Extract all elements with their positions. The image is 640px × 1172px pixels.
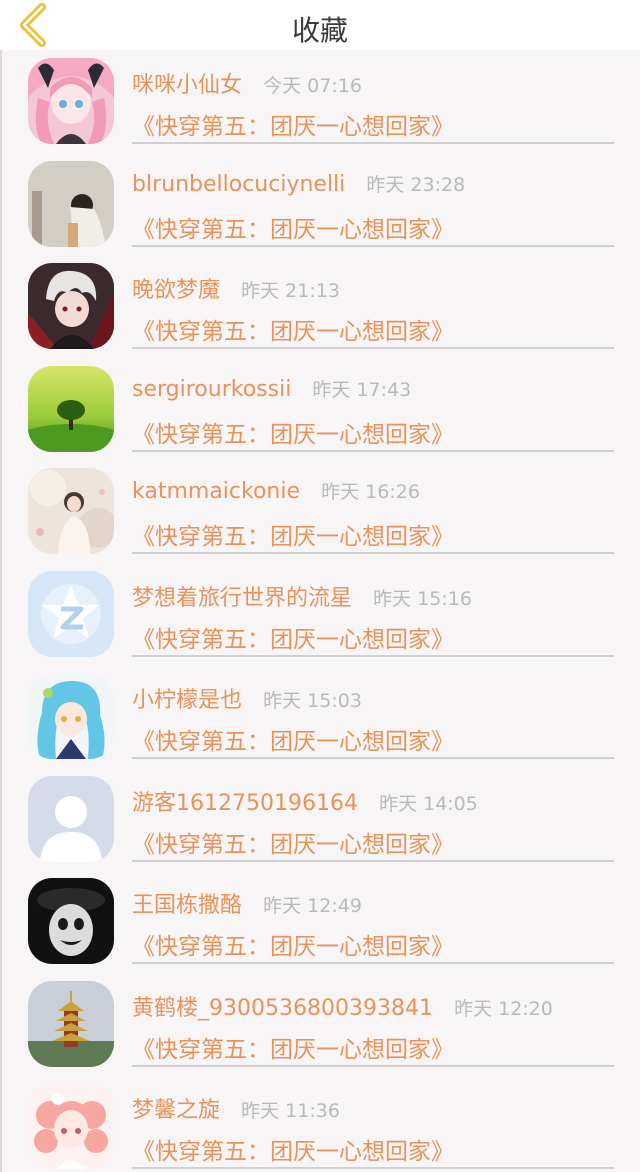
timestamp: 昨天 14:05 — [379, 792, 478, 815]
user-name[interactable]: sergirourkossii — [132, 377, 291, 402]
item-header: 梦馨之旋 昨天 11:36 — [132, 1092, 340, 1124]
favorites-screen: 收藏 咪咪小仙女 今天 07:16 《快穿第五：团厌一心想回家》 blrunbe… — [0, 0, 640, 1172]
user-name[interactable]: 王国栋撒酪 — [132, 893, 242, 918]
page-title: 收藏 — [291, 14, 348, 47]
timestamp: 昨天 11:36 — [241, 1100, 340, 1122]
divider — [132, 244, 614, 247]
tree-landscape-avatar — [28, 365, 114, 452]
timestamp: 昨天 17:43 — [312, 378, 412, 401]
divider — [132, 757, 614, 759]
avatar[interactable] — [28, 570, 114, 657]
divider — [132, 962, 614, 964]
user-name[interactable]: 黄鹤楼_9300536800393841 — [132, 996, 433, 1021]
item-header: 咪咪小仙女 今天 07:16 — [132, 67, 362, 99]
timestamp: 昨天 15:03 — [263, 690, 362, 712]
girl-white-dress-avatar — [28, 468, 114, 554]
novel-title[interactable]: 《快穿第五：团厌一心想回家》 — [132, 722, 454, 756]
header-bar: 收藏 — [0, 0, 640, 50]
avatar[interactable] — [28, 878, 114, 964]
novel-title[interactable]: 《快穿第五：团厌一心想回家》 — [132, 927, 454, 961]
timestamp: 昨天 16:26 — [321, 481, 420, 503]
list-item[interactable]: katmmaickonie 昨天 16:26 《快穿第五：团厌一心想回家》 — [2, 460, 640, 563]
novel-title[interactable]: 《快穿第五：团厌一心想回家》 — [132, 1132, 454, 1166]
timestamp: 昨天 21:13 — [241, 280, 340, 302]
list-item[interactable]: blrunbellocuciynelli 昨天 23:28 《快穿第五：团厌一心… — [2, 153, 640, 256]
divider — [132, 552, 614, 554]
novel-title[interactable]: 《快穿第五：团厌一心想回家》 — [132, 415, 454, 449]
clown-bw-avatar — [28, 878, 114, 964]
list-item[interactable]: 咪咪小仙女 今天 07:16 《快穿第五：团厌一心想回家》 — [2, 50, 640, 153]
user-name[interactable]: 咪咪小仙女 — [132, 73, 242, 98]
novel-title[interactable]: 《快穿第五：团厌一心想回家》 — [132, 825, 454, 859]
divider — [132, 142, 614, 144]
item-header: 小柠檬是也 昨天 15:03 — [132, 682, 362, 714]
user-name[interactable]: blrunbellocuciynelli — [132, 172, 345, 197]
anime-blue-hair-avatar — [28, 673, 114, 759]
item-header: 晚欲梦魔 昨天 21:13 — [132, 272, 340, 304]
anime-pink-curls-avatar — [28, 1083, 114, 1169]
novel-title[interactable]: 《快穿第五：团厌一心想回家》 — [132, 107, 454, 141]
list-item[interactable]: 黄鹤楼_9300536800393841 昨天 12:20 《快穿第五：团厌一心… — [2, 973, 640, 1076]
item-header: 黄鹤楼_9300536800393841 昨天 12:20 — [132, 990, 553, 1022]
timestamp: 昨天 12:49 — [263, 895, 362, 917]
avatar[interactable] — [28, 58, 114, 144]
user-name[interactable]: katmmaickonie — [132, 479, 300, 504]
item-header: 梦想着旅行世界的流星 昨天 15:16 — [132, 580, 472, 612]
novel-title[interactable]: 《快穿第五：团厌一心想回家》 — [132, 312, 454, 346]
divider — [132, 1064, 614, 1067]
avatar[interactable] — [28, 980, 114, 1067]
user-name[interactable]: 梦馨之旋 — [132, 1098, 220, 1123]
divider — [132, 449, 614, 452]
chevron-left-icon — [20, 3, 46, 47]
back-button[interactable] — [8, 0, 58, 50]
pagoda-tower-avatar — [28, 980, 114, 1067]
timestamp: 昨天 15:16 — [373, 587, 472, 610]
avatar[interactable] — [28, 673, 114, 759]
avatar[interactable] — [28, 468, 114, 554]
timestamp: 昨天 23:28 — [366, 173, 466, 196]
avatar[interactable] — [28, 775, 114, 862]
user-name[interactable]: 梦想着旅行世界的流星 — [132, 586, 352, 611]
qq-star-avatar — [28, 570, 114, 657]
novel-title[interactable]: 《快穿第五：团厌一心想回家》 — [132, 620, 454, 654]
list-item[interactable]: 小柠檬是也 昨天 15:03 《快穿第五：团厌一心想回家》 — [2, 665, 640, 768]
favorites-list[interactable]: 咪咪小仙女 今天 07:16 《快穿第五：团厌一心想回家》 blrunbello… — [0, 50, 640, 1172]
user-name[interactable]: 晚欲梦魔 — [132, 278, 220, 303]
divider — [132, 859, 614, 862]
item-header: blrunbellocuciynelli 昨天 23:28 — [132, 170, 465, 197]
user-name[interactable]: 游客1612750196164 — [132, 791, 358, 816]
item-header: sergirourkossii 昨天 17:43 — [132, 375, 411, 402]
divider — [132, 347, 614, 349]
timestamp: 今天 07:16 — [263, 75, 362, 97]
avatar[interactable] — [28, 1083, 114, 1169]
novel-title[interactable]: 《快穿第五：团厌一心想回家》 — [132, 210, 454, 244]
list-item[interactable]: 游客1612750196164 昨天 14:05 《快穿第五：团厌一心想回家》 — [2, 768, 640, 871]
girl-photo-avatar — [28, 160, 114, 247]
avatar[interactable] — [28, 160, 114, 247]
timestamp: 昨天 12:20 — [454, 997, 553, 1020]
list-item[interactable]: 王国栋撒酪 昨天 12:49 《快穿第五：团厌一心想回家》 — [2, 870, 640, 973]
list-item[interactable]: 梦馨之旋 昨天 11:36 《快穿第五：团厌一心想回家》 — [2, 1075, 640, 1172]
user-name[interactable]: 小柠檬是也 — [132, 688, 242, 713]
divider — [132, 654, 614, 657]
list-item[interactable]: 梦想着旅行世界的流星 昨天 15:16 《快穿第五：团厌一心想回家》 — [2, 563, 640, 666]
anime-boy-white-hair-avatar — [28, 263, 114, 349]
avatar[interactable] — [28, 263, 114, 349]
item-header: 王国栋撒酪 昨天 12:49 — [132, 887, 362, 919]
list-item[interactable]: sergirourkossii 昨天 17:43 《快穿第五：团厌一心想回家》 — [2, 358, 640, 461]
novel-title[interactable]: 《快穿第五：团厌一心想回家》 — [132, 517, 454, 551]
anime-girl-pink-avatar — [28, 58, 114, 144]
item-header: 游客1612750196164 昨天 14:05 — [132, 785, 478, 817]
item-header: katmmaickonie 昨天 16:26 — [132, 477, 420, 504]
list-item[interactable]: 晚欲梦魔 昨天 21:13 《快穿第五：团厌一心想回家》 — [2, 255, 640, 358]
divider — [132, 1167, 614, 1169]
avatar[interactable] — [28, 365, 114, 452]
default-user-avatar — [28, 775, 114, 862]
novel-title[interactable]: 《快穿第五：团厌一心想回家》 — [132, 1030, 454, 1064]
